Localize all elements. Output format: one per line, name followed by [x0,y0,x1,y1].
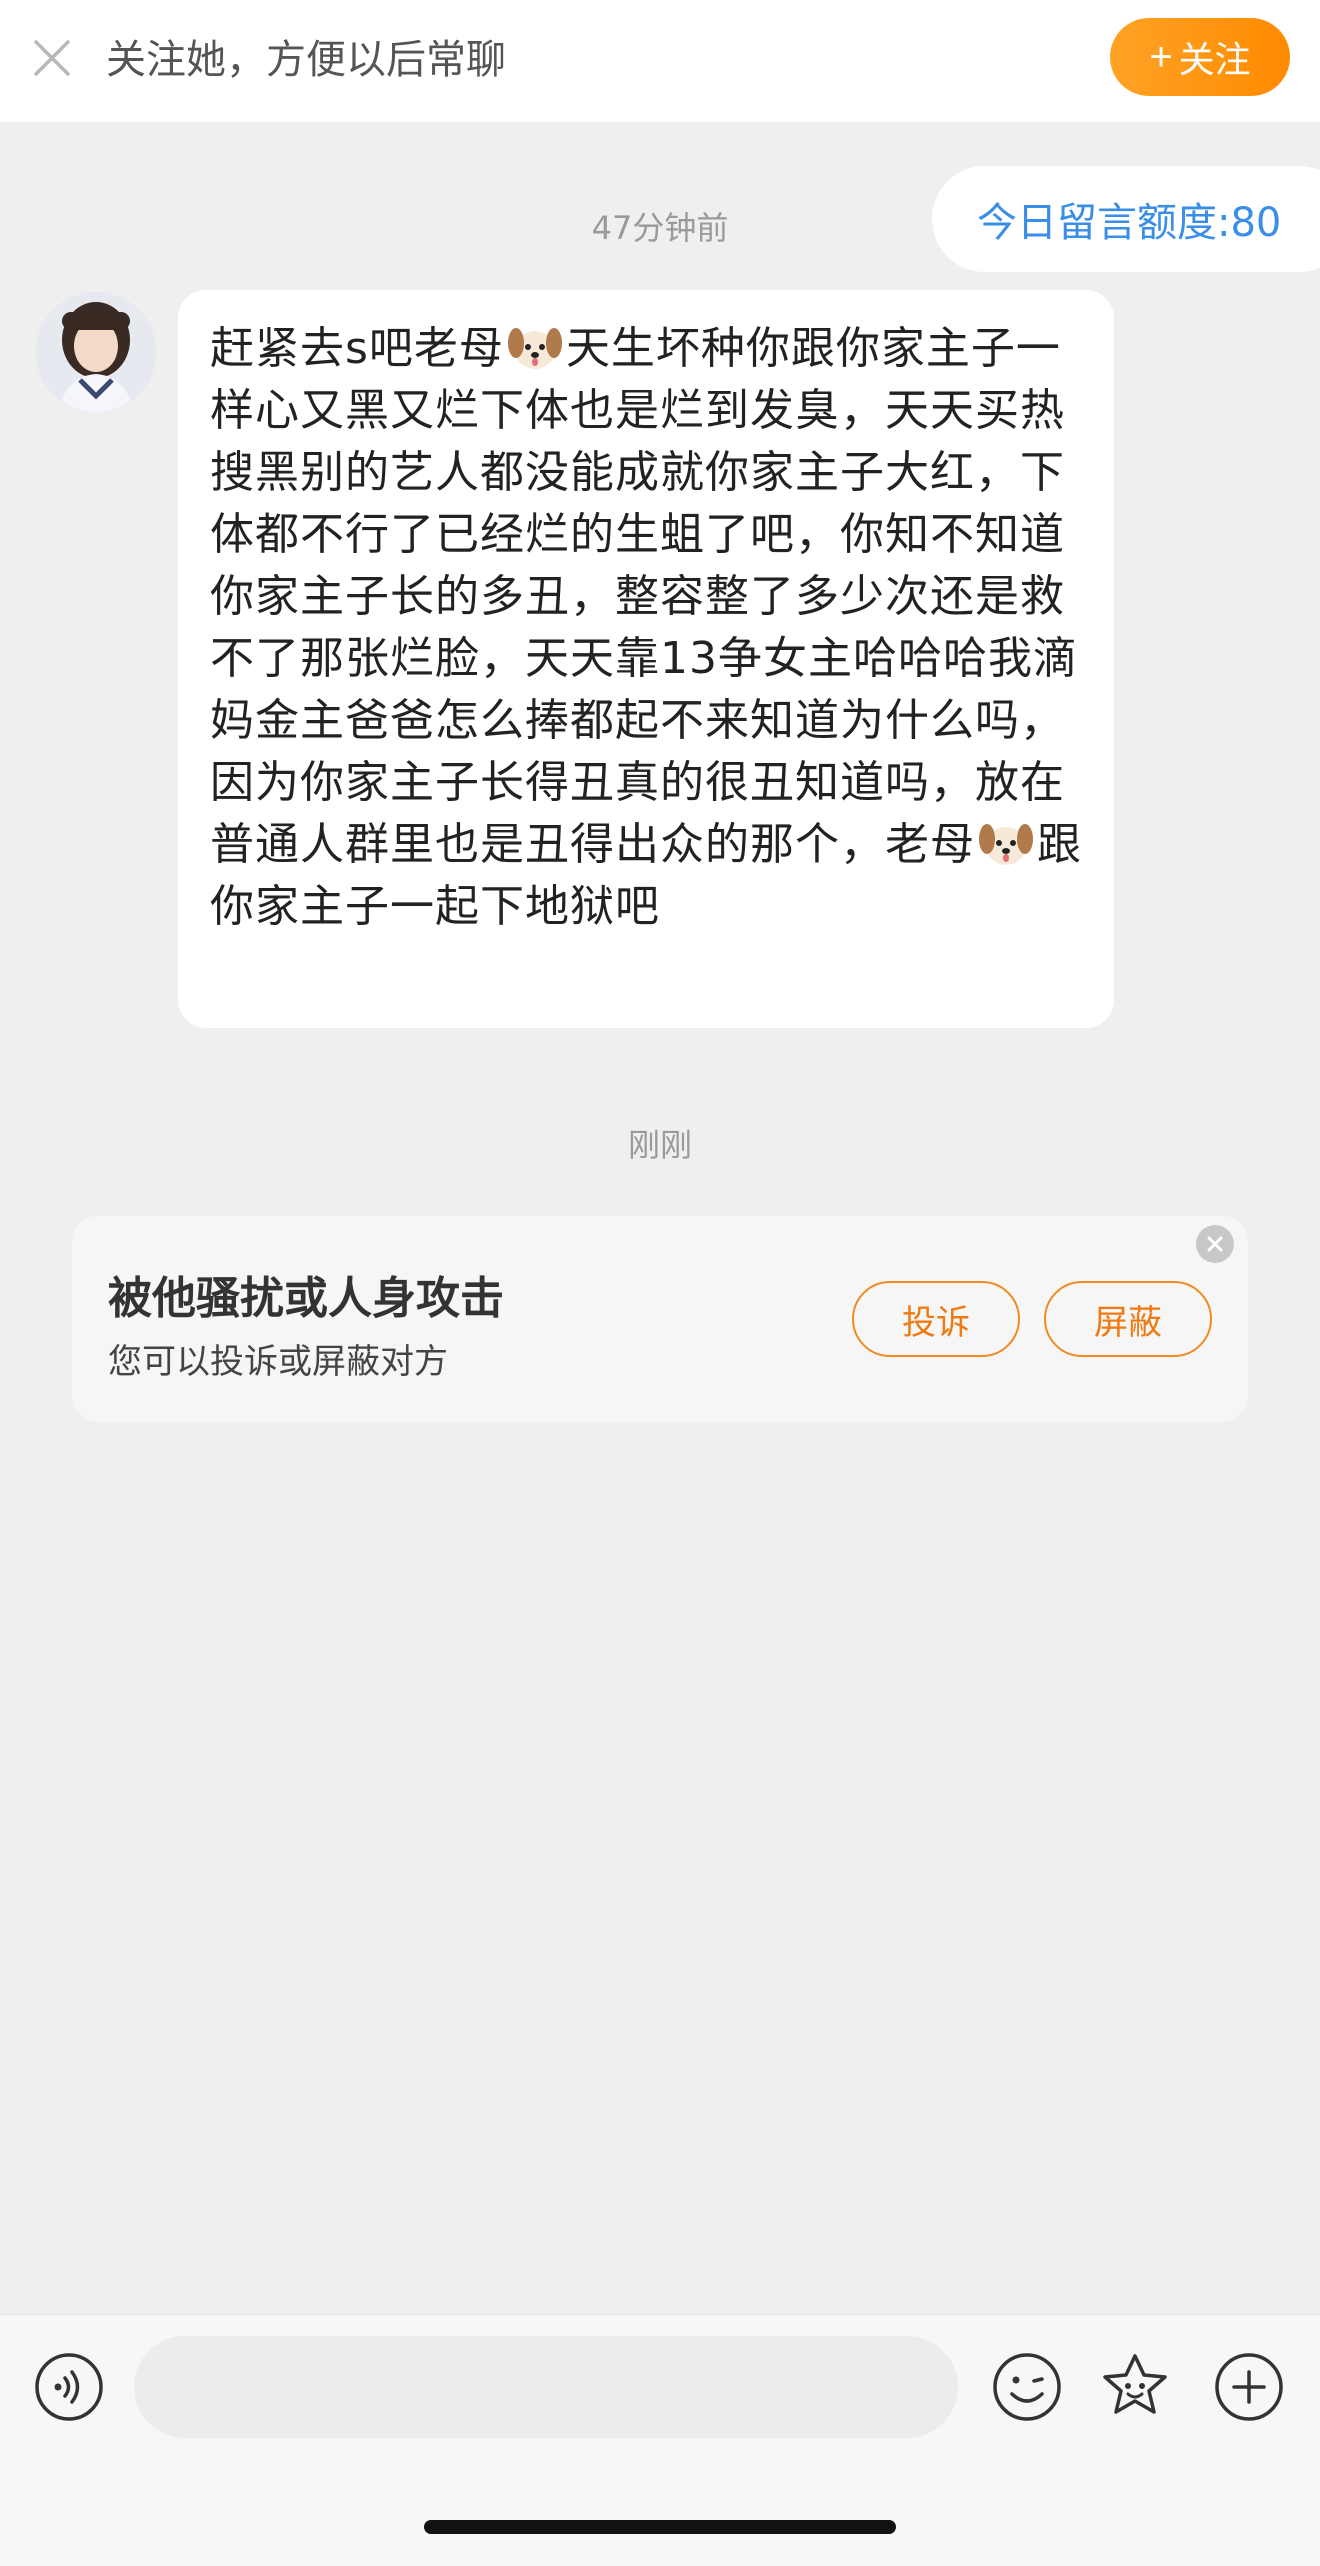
block-button[interactable]: 屏蔽 [1044,1281,1212,1357]
message-timestamp: 刚刚 [627,1126,692,1164]
star-sticker-icon[interactable] [1098,2350,1172,2424]
message-text: 赶紧去s吧老母 [210,323,504,374]
close-icon[interactable] [1196,1225,1234,1263]
emoji-icon[interactable] [992,2352,1062,2422]
dog-face-icon [979,824,1033,865]
follow-button-label: 关注 [1178,39,1251,80]
plus-icon: + [1149,35,1173,79]
plus-icon[interactable] [1214,2352,1284,2422]
message-timestamp: 47分钟前 [591,209,729,247]
close-icon[interactable] [30,36,74,80]
report-button[interactable]: 投诉 [852,1281,1020,1357]
home-indicator [424,2520,896,2534]
follow-prompt-text: 关注她，方便以后常聊 [106,37,506,83]
follow-button[interactable]: + 关注 [1110,18,1290,96]
voice-icon[interactable] [34,2352,104,2422]
dog-face-icon [507,328,562,369]
follow-banner: 关注她，方便以后常聊 + 关注 [0,0,1320,122]
report-card-title: 被他骚扰或人身攻击 [108,1273,504,1324]
message-bubble: 赶紧去s吧老母 天生坏种你跟你家主子一样心又黑又烂下体也是烂到发臭，天天买热搜黑… [178,290,1114,1028]
avatar[interactable] [36,292,156,412]
message-text: 天生坏种你跟你家主子一样心又黑又烂下体也是烂到发臭，天天买热搜黑别的艺人都没能成… [210,323,1078,870]
report-card-subtitle: 您可以投诉或屏蔽对方 [108,1342,448,1382]
message-input[interactable] [134,2336,958,2438]
